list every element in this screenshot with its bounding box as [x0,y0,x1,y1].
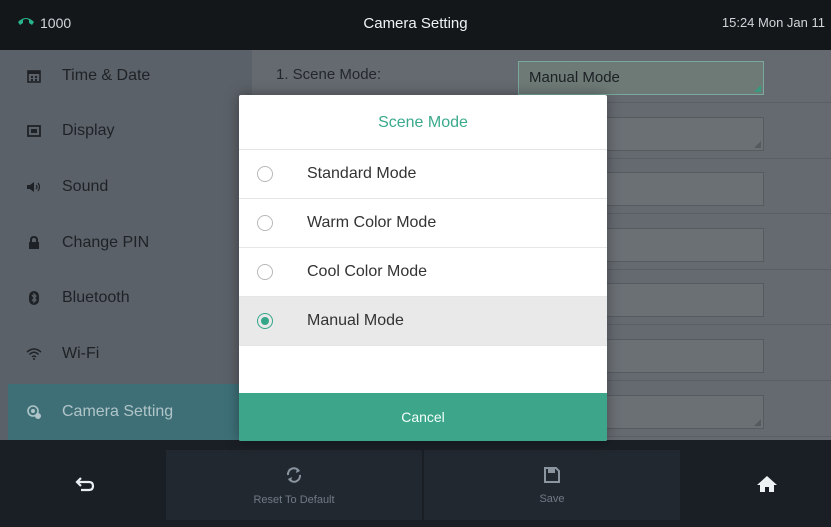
wifi-icon [24,348,44,360]
home-button[interactable] [712,450,822,520]
dropdown-corner-icon [754,141,761,148]
dropdown-corner-icon [754,419,761,426]
option-warm-color-mode[interactable]: Warm Color Mode [239,199,607,248]
radio-button[interactable] [257,166,273,182]
sidebar-item-label: Camera Setting [62,403,174,420]
camera-setting-icon [24,404,44,420]
back-arrow-icon [75,476,95,495]
option-standard-mode[interactable]: Standard Mode [239,150,607,199]
sidebar-item-label: Change PIN [62,234,150,251]
sidebar-item-label: Time & Date [62,67,151,84]
dropdown-corner-icon [754,85,761,92]
cancel-button[interactable]: Cancel [239,393,607,441]
lock-icon [24,236,44,250]
calendar-icon [24,69,44,83]
sidebar-item-label: Sound [62,178,109,195]
back-button[interactable] [30,450,140,520]
display-icon [24,125,44,137]
sidebar-item-sound[interactable]: Sound [8,161,254,213]
option-label: Manual Mode [307,312,404,329]
dialog-title: Scene Mode [239,95,607,150]
datetime-display: 15:24 Mon Jan 11 [721,15,825,30]
sidebar-item-time-date[interactable]: Time & Date [8,50,254,102]
option-label: Standard Mode [307,165,417,182]
sidebar-item-wifi[interactable]: Wi-Fi [8,328,254,380]
scene-mode-dialog: Scene Mode Standard Mode Warm Color Mode… [239,95,607,441]
page-title: Camera Setting [363,15,468,32]
option-cool-color-mode[interactable]: Cool Color Mode [239,248,607,297]
sidebar-item-label: Wi-Fi [62,345,100,362]
dropdown-value: Manual Mode [529,69,620,86]
sidebar-item-bluetooth[interactable]: Bluetooth [8,272,254,324]
reset-icon [284,465,304,488]
sidebar: Time & Date Display Sound Change PIN Blu… [0,50,254,440]
speaker-icon [24,181,44,193]
sidebar-item-label: Display [62,122,115,139]
save-button[interactable]: Save [424,450,680,520]
sidebar-item-camera-setting[interactable]: Camera Setting [8,384,254,440]
reset-label: Reset To Default [253,493,335,506]
radio-button[interactable] [257,215,273,231]
option-label: Cool Color Mode [307,263,428,280]
radio-button-selected[interactable] [257,313,273,329]
home-icon [756,475,778,496]
sidebar-item-display[interactable]: Display [8,105,254,157]
radio-button[interactable] [257,264,273,280]
softkey-bar: Reset To Default Save [0,440,831,527]
sidebar-item-label: Bluetooth [62,289,130,306]
setting-label: 1. Scene Mode: [276,66,382,83]
status-bar: 1000 Camera Setting 15:24 Mon Jan 11 [0,0,831,50]
save-icon [543,466,561,487]
sidebar-item-change-pin[interactable]: Change PIN [8,217,254,269]
reset-to-default-button[interactable]: Reset To Default [166,450,422,520]
save-label: Save [539,492,565,505]
scene-mode-dropdown[interactable]: Manual Mode [518,61,764,95]
bluetooth-icon [24,291,44,305]
option-manual-mode[interactable]: Manual Mode [239,297,607,346]
option-label: Warm Color Mode [307,214,437,231]
